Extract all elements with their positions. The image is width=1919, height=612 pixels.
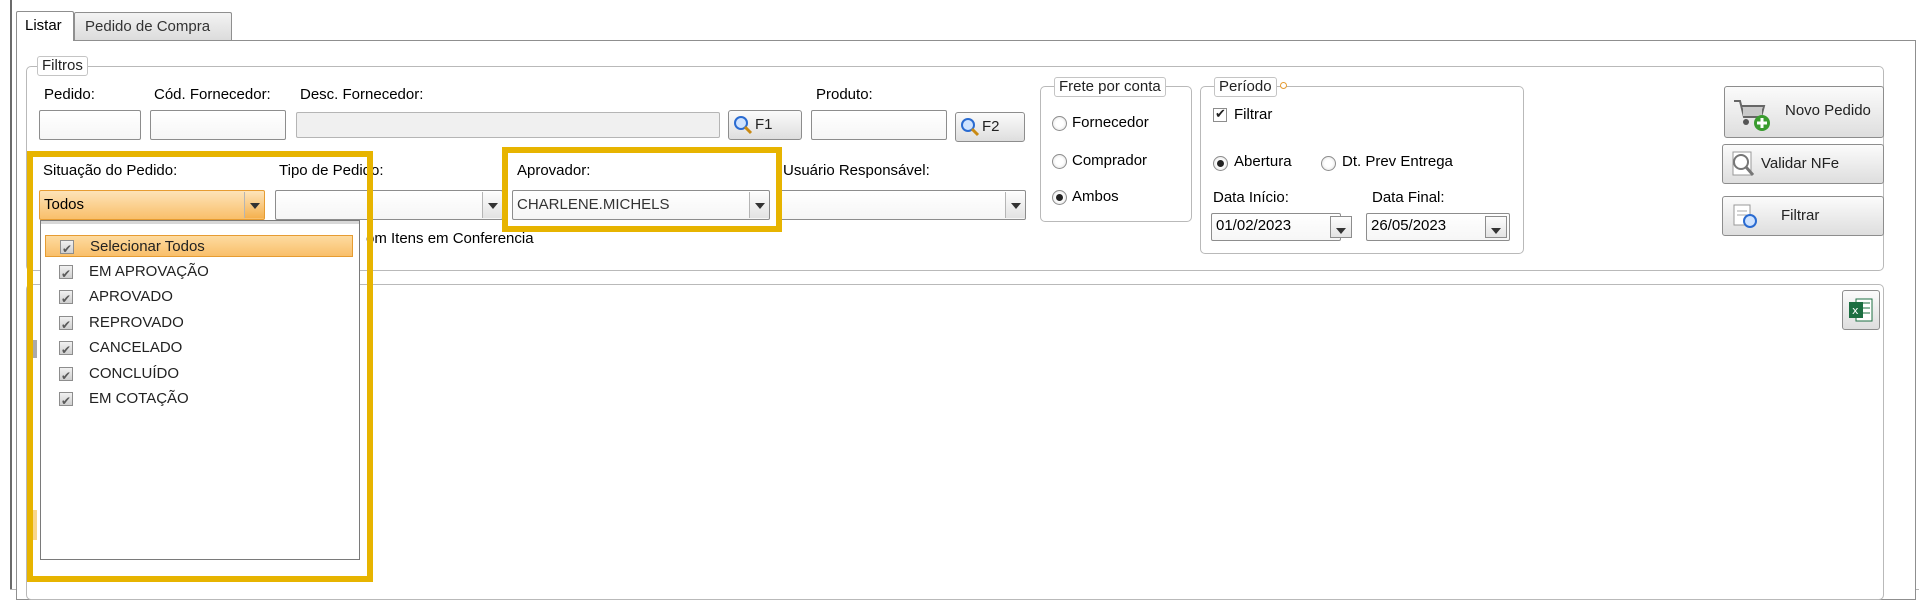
f1-search-button[interactable]: F1 [728, 110, 802, 140]
data-inicio-label: Data Início: [1213, 189, 1289, 206]
export-excel-button[interactable]: x [1842, 290, 1880, 330]
pedido-input[interactable] [39, 110, 141, 140]
desc-fornecedor-label: Desc. Fornecedor: [300, 86, 424, 103]
svg-text:x: x [1852, 304, 1859, 317]
calendar-dropdown-icon[interactable] [1485, 216, 1507, 238]
data-final-picker[interactable]: 26/05/2023 [1366, 213, 1510, 241]
validar-nfe-button[interactable]: Validar NFe [1722, 144, 1884, 184]
desc-fornecedor-input[interactable] [296, 112, 720, 138]
radio-comprador-label[interactable]: Comprador [1072, 152, 1147, 169]
f2-search-button[interactable]: F2 [955, 112, 1025, 142]
radio-abertura[interactable] [1213, 156, 1228, 171]
tab-listar[interactable]: Listar [16, 11, 74, 41]
tab-pedido-de-compra[interactable]: Pedido de Compra [74, 12, 232, 40]
data-final-value: 26/05/2023 [1371, 217, 1447, 234]
filtrar-button[interactable]: Filtrar [1722, 196, 1884, 236]
radio-comprador[interactable] [1052, 154, 1067, 169]
usuario-responsavel-label: Usuário Responsável: [783, 162, 930, 179]
magnifier-icon [960, 117, 980, 137]
itens-conferencia-label[interactable]: om Itens em Conferencia [366, 230, 534, 247]
data-inicio-value: 01/02/2023 [1216, 217, 1292, 234]
filtrar-checkbox-label[interactable]: Filtrar [1234, 106, 1272, 123]
produto-label: Produto: [816, 86, 873, 103]
cart-add-icon [1731, 93, 1771, 133]
radio-fornecedor-label[interactable]: Fornecedor [1072, 114, 1149, 131]
cod-fornecedor-label: Cód. Fornecedor: [154, 86, 271, 103]
periodo-legend: Período [1214, 77, 1277, 97]
magnifier-icon [733, 115, 753, 135]
filter-document-icon [1731, 202, 1759, 230]
f2-label: F2 [982, 118, 1000, 135]
chevron-down-icon[interactable] [1005, 192, 1025, 218]
magnifier-document-icon [1729, 150, 1757, 178]
f1-label: F1 [755, 116, 773, 133]
produto-input[interactable] [811, 110, 947, 140]
novo-pedido-button[interactable]: Novo Pedido [1724, 86, 1884, 138]
radio-prev-entrega-label[interactable]: Dt. Prev Entrega [1342, 153, 1453, 170]
window-left-border [10, 0, 12, 590]
data-final-label: Data Final: [1372, 189, 1445, 206]
radio-ambos-label[interactable]: Ambos [1072, 188, 1119, 205]
filtrar-checkbox[interactable] [1213, 106, 1227, 122]
radio-ambos[interactable] [1052, 190, 1067, 205]
validar-nfe-label: Validar NFe [1761, 155, 1840, 172]
highlight-aprovador [502, 147, 782, 232]
resize-handle-icon [1280, 82, 1287, 89]
usuario-responsavel-combo[interactable] [780, 190, 1026, 220]
highlight-situacao [27, 151, 373, 582]
data-inicio-picker[interactable]: 01/02/2023 [1211, 213, 1352, 241]
radio-prev-entrega[interactable] [1321, 156, 1336, 171]
filtros-legend: Filtros [37, 56, 88, 76]
radio-fornecedor[interactable] [1052, 116, 1067, 131]
filtrar-label: Filtrar [1781, 207, 1820, 224]
cod-fornecedor-input[interactable] [150, 110, 286, 140]
excel-icon: x [1848, 297, 1874, 323]
chevron-down-icon[interactable] [482, 192, 502, 218]
frete-legend: Frete por conta [1054, 77, 1166, 97]
radio-abertura-label[interactable]: Abertura [1234, 153, 1292, 170]
pedido-label: Pedido: [44, 86, 95, 103]
novo-pedido-label: Novo Pedido [1785, 102, 1871, 119]
calendar-dropdown-icon[interactable] [1330, 216, 1352, 238]
